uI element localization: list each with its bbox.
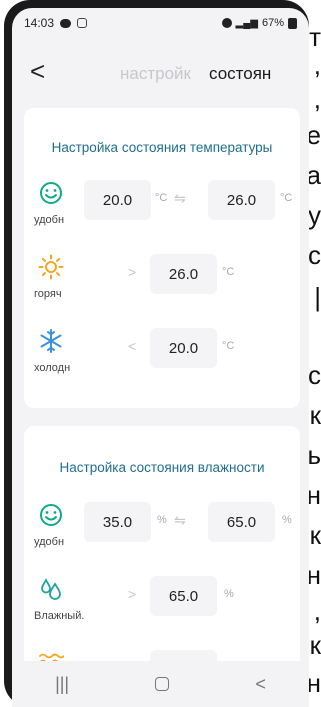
temp-comfortable-row: удобн 20.0 °C ⇋ 26.0 °C	[24, 176, 300, 238]
water-drops-icon	[38, 576, 64, 602]
temp-comfortable-label: удобн	[34, 214, 65, 226]
chat-icon	[60, 18, 72, 28]
hum-unit: %	[282, 514, 292, 526]
temp-cold-input[interactable]: 20.0	[150, 328, 217, 368]
temp-comfortable-min-input[interactable]: 20.0	[84, 180, 151, 220]
bg-letter: ь	[307, 440, 321, 470]
less-than-icon: <	[128, 338, 137, 354]
battery-icon	[288, 17, 297, 29]
bg-letter: |	[314, 282, 321, 312]
greater-than-icon: >	[128, 586, 137, 602]
tab-settings[interactable]: настройк	[120, 64, 191, 84]
home-button[interactable]	[155, 677, 170, 691]
phone-frame: 14:03 ▂▄▆ 67% < настройк состоян Настрой…	[4, 0, 309, 707]
hum-unit: %	[157, 514, 167, 526]
hum-wet-input[interactable]: 65.0	[150, 576, 217, 616]
status-bar: 14:03 ▂▄▆ 67%	[12, 8, 309, 38]
bg-letter: т	[309, 22, 321, 52]
sun-icon	[38, 254, 64, 280]
hum-wet-label: Влажный.	[34, 610, 85, 622]
smile-icon	[38, 502, 64, 528]
temperature-card: Настройка состояния температуры удобн 20…	[24, 108, 300, 408]
temp-unit: °C	[222, 340, 235, 352]
snowflake-icon	[38, 328, 64, 354]
bg-letter: у	[308, 200, 321, 230]
top-nav: < настройк состоян	[12, 48, 309, 100]
bg-letter: ,	[313, 50, 321, 80]
temp-hot-row: горяч > 26.0 °C	[24, 250, 300, 312]
temperature-card-title: Настройка состояния температуры	[51, 140, 273, 155]
alarm-icon	[221, 18, 232, 28]
temp-hot-label: горяч	[34, 288, 62, 300]
hum-comfortable-row: удобн 35.0 % ⇋ 65.0 %	[24, 498, 300, 560]
temp-unit: °C	[280, 192, 293, 204]
temp-cold-row: холодн < 20.0 °C	[24, 324, 300, 386]
bg-letter: к	[309, 400, 321, 430]
hum-unit: %	[224, 588, 234, 600]
bg-letter: ,	[313, 84, 321, 114]
greater-than-icon: >	[128, 264, 137, 280]
status-time: 14:03	[24, 16, 55, 30]
system-back-button[interactable]: <	[255, 674, 266, 695]
temp-unit: °C	[155, 192, 168, 204]
recent-apps-button[interactable]: |||	[55, 674, 69, 695]
hum-comfortable-min-input[interactable]: 35.0	[84, 502, 151, 542]
temp-cold-label: холодн	[34, 362, 71, 374]
bg-letter: ,	[313, 596, 321, 626]
temp-comfortable-max-input[interactable]: 26.0	[208, 180, 275, 220]
system-nav-bar: ||| <	[12, 661, 309, 707]
smile-icon	[38, 180, 64, 206]
humidity-card-title: Настройка состояния влажности	[59, 460, 265, 475]
screenshot-icon	[77, 18, 88, 28]
signal-icon: ▂▄▆	[235, 17, 258, 29]
tab-state[interactable]: состоян	[209, 64, 271, 84]
range-icon: ⇋	[174, 512, 186, 528]
range-icon: ⇋	[174, 190, 186, 206]
temp-unit: °C	[222, 266, 235, 278]
temp-hot-input[interactable]: 26.0	[150, 254, 217, 294]
bg-letter: к	[309, 520, 321, 550]
hum-comfortable-label: удобн	[34, 536, 65, 548]
back-button[interactable]: <	[30, 56, 45, 87]
bg-letter: с	[308, 360, 321, 390]
bg-letter: с	[308, 240, 321, 270]
battery-percent: 67%	[261, 17, 284, 29]
app-screen: 14:03 ▂▄▆ 67% < настройк состоян Настрой…	[12, 8, 309, 707]
bg-letter: к	[309, 630, 321, 660]
hum-wet-row: Влажный. > 65.0 %	[24, 572, 300, 634]
hum-comfortable-max-input[interactable]: 65.0	[208, 502, 275, 542]
